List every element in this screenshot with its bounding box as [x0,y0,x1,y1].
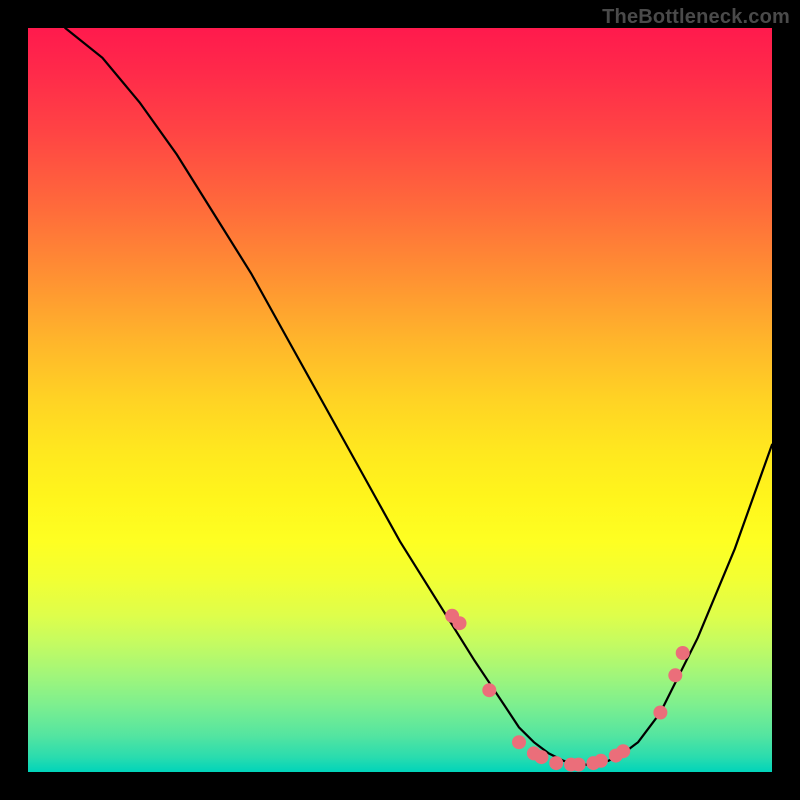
curve-marker [453,616,467,630]
curve-marker [534,750,548,764]
plot-area [28,28,772,772]
curve-marker [512,735,526,749]
curve-marker [549,756,563,770]
curve-marker [572,758,586,772]
curve-marker [668,668,682,682]
curve-marker [594,754,608,768]
curve-marker [653,706,667,720]
curve-marker [616,744,630,758]
watermark-text: TheBottleneck.com [602,6,790,29]
curve-marker [676,646,690,660]
curve-svg [28,28,772,772]
chart-frame: TheBottleneck.com [0,0,800,800]
curve-marker [482,683,496,697]
curve-markers [445,609,690,772]
bottleneck-curve [65,28,772,765]
